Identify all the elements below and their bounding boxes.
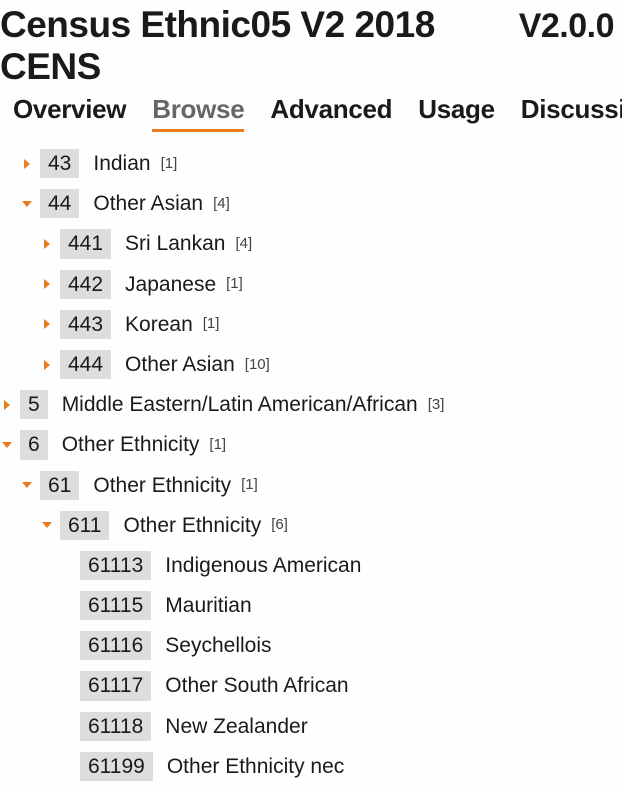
tree-row: 43 Indian [1]	[0, 149, 622, 178]
code-chip[interactable]: 43	[40, 149, 79, 178]
node-label[interactable]: Other South African	[165, 673, 348, 698]
tab-advanced[interactable]: Advanced	[270, 94, 392, 132]
node-label[interactable]: Other Ethnicity	[123, 513, 261, 538]
tree-row: 61 Other Ethnicity [1]	[0, 471, 622, 500]
code-chip[interactable]: 443	[60, 310, 111, 339]
tab-overview[interactable]: Overview	[13, 94, 126, 132]
code-chip[interactable]: 44	[40, 189, 79, 218]
child-count: [1]	[226, 275, 243, 293]
expand-icon[interactable]	[40, 277, 54, 291]
expand-icon[interactable]	[0, 398, 14, 412]
tree-row: 61118 New Zealander	[0, 712, 622, 741]
node-label[interactable]: Other Asian	[125, 352, 235, 377]
code-chip[interactable]: 442	[60, 270, 111, 299]
node-label[interactable]: New Zealander	[165, 714, 307, 739]
code-chip[interactable]: 61117	[80, 671, 151, 700]
code-chip[interactable]: 61	[40, 471, 79, 500]
code-chip[interactable]: 61118	[80, 712, 151, 741]
child-count: [1]	[241, 476, 258, 494]
tree-row: 61113 Indigenous American	[0, 551, 622, 580]
child-count: [1]	[161, 155, 178, 173]
node-label[interactable]: Other Asian	[93, 191, 203, 216]
expand-icon[interactable]	[20, 157, 34, 171]
collapse-icon[interactable]	[0, 438, 14, 452]
tree-row: 61199 Other Ethnicity nec	[0, 752, 622, 781]
code-chip[interactable]: 61113	[80, 551, 151, 580]
tree-row: 5 Middle Eastern/Latin American/African [3…	[0, 390, 622, 419]
child-count: [3]	[428, 396, 445, 414]
node-label[interactable]: Indigenous American	[165, 553, 361, 578]
code-chip[interactable]: 61199	[80, 752, 153, 781]
tree-row: 441 Sri Lankan [4]	[0, 229, 622, 258]
tab-bar: Overview Browse Advanced Usage Discussion	[0, 88, 622, 132]
collapse-icon[interactable]	[20, 478, 34, 492]
tab-browse[interactable]: Browse	[152, 94, 244, 132]
collapse-icon[interactable]	[40, 518, 54, 532]
expand-icon[interactable]	[40, 237, 54, 251]
node-label[interactable]: Sri Lankan	[125, 231, 225, 256]
expand-icon[interactable]	[40, 358, 54, 372]
tree-row: 442 Japanese [1]	[0, 270, 622, 299]
collapse-icon[interactable]	[20, 197, 34, 211]
page-title: Census Ethnic05 V2 2018 CENS	[0, 4, 519, 88]
code-chip[interactable]: 441	[60, 229, 111, 258]
code-chip[interactable]: 61116	[80, 631, 151, 660]
node-label[interactable]: Other Ethnicity nec	[167, 754, 344, 779]
node-label[interactable]: Japanese	[125, 272, 216, 297]
code-chip[interactable]: 6	[20, 430, 48, 459]
child-count: [4]	[213, 195, 230, 213]
tree-row: 443 Korean [1]	[0, 310, 622, 339]
code-chip[interactable]: 5	[20, 390, 48, 419]
page-header: Census Ethnic05 V2 2018 CENS V2.0.0	[0, 0, 622, 88]
node-label[interactable]: Middle Eastern/Latin American/African	[62, 392, 418, 417]
node-label[interactable]: Other Ethnicity	[93, 473, 231, 498]
child-count: [6]	[271, 516, 288, 534]
code-chip[interactable]: 444	[60, 350, 111, 379]
tree-row: 611 Other Ethnicity [6]	[0, 511, 622, 540]
tab-discussion[interactable]: Discussion	[521, 94, 622, 132]
tree-row: 44 Other Asian [4]	[0, 189, 622, 218]
tree-row: 61115 Mauritian	[0, 591, 622, 620]
node-label[interactable]: Indian	[93, 151, 150, 176]
tree-row: 61117 Other South African	[0, 671, 622, 700]
child-count: [4]	[235, 235, 252, 253]
node-label[interactable]: Korean	[125, 312, 193, 337]
child-count: [1]	[203, 315, 220, 333]
node-label[interactable]: Mauritian	[165, 593, 251, 618]
classification-tree: 43 Indian [1] 44 Other Asian [4] 441 Sri Lankan…	[0, 132, 622, 781]
tree-row: 61116 Seychellois	[0, 631, 622, 660]
child-count: [10]	[245, 356, 270, 374]
code-chip[interactable]: 61115	[80, 591, 151, 620]
node-label[interactable]: Seychellois	[165, 633, 271, 658]
tree-row: 6 Other Ethnicity [1]	[0, 430, 622, 459]
page-version: V2.0.0	[519, 7, 614, 46]
child-count: [1]	[209, 436, 226, 454]
tree-row: 444 Other Asian [10]	[0, 350, 622, 379]
tab-usage[interactable]: Usage	[418, 94, 495, 132]
expand-icon[interactable]	[40, 317, 54, 331]
node-label[interactable]: Other Ethnicity	[62, 432, 200, 457]
code-chip[interactable]: 611	[60, 511, 109, 540]
